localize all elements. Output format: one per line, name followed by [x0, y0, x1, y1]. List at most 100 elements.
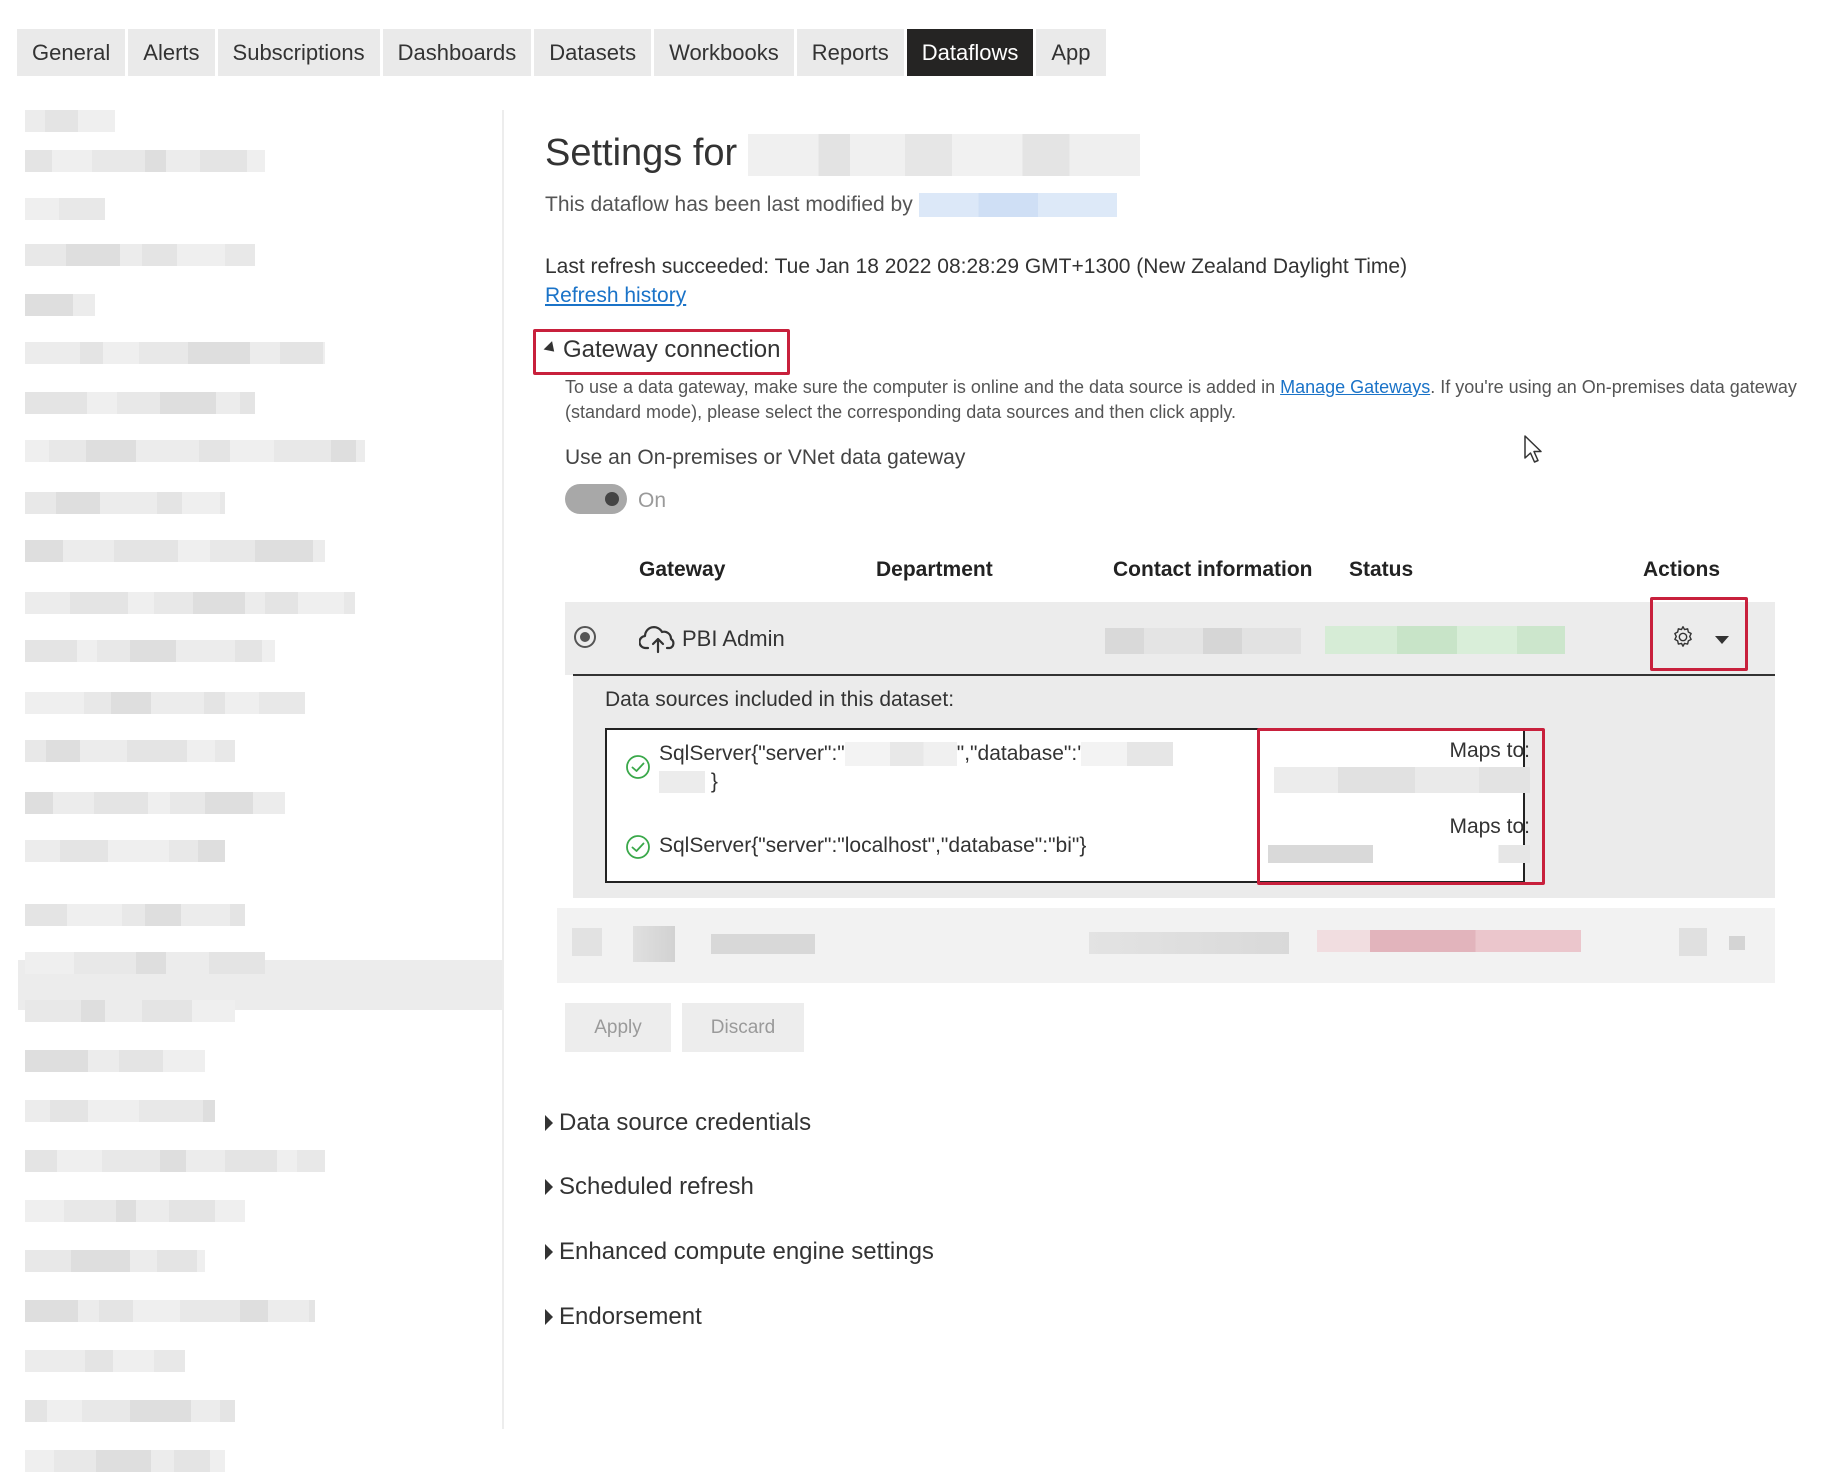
tab-alerts[interactable]: Alerts — [128, 29, 215, 76]
gateway-row-2[interactable] — [557, 908, 1775, 983]
redacted-contact-2 — [1089, 932, 1289, 954]
dataflow-list-item[interactable] — [25, 840, 225, 862]
maps-to-highlight: Maps to: Maps to: — [1257, 728, 1545, 885]
gear-icon[interactable] — [1670, 624, 1696, 650]
redacted-text-block — [100, 492, 157, 514]
dataflow-list-item[interactable] — [25, 692, 305, 714]
dataflow-list-item[interactable] — [25, 294, 95, 316]
section-data-source-credentials[interactable]: Data source credentials — [545, 1109, 811, 1137]
section-endorsement[interactable]: Endorsement — [545, 1303, 702, 1331]
redacted-text-block — [178, 540, 210, 562]
dataflow-list-item[interactable] — [25, 740, 235, 762]
redacted-text-block — [86, 440, 136, 462]
dataflow-list-item[interactable] — [25, 150, 265, 172]
redacted-text-block — [25, 1250, 71, 1272]
dataflow-list-item[interactable] — [25, 1250, 205, 1272]
dataflow-list-item[interactable] — [25, 952, 265, 974]
redacted-text-block — [166, 150, 200, 172]
redacted-text-block — [80, 342, 103, 364]
datasource-item-1-cont: } — [659, 770, 718, 794]
gateway-description: To use a data gateway, make sure the com… — [565, 375, 1805, 425]
sidebar-divider — [502, 110, 504, 1429]
redacted-text-block — [25, 904, 67, 926]
gateway-desc-text: To use a data gateway, make sure the com… — [565, 377, 1281, 397]
column-header-contact: Contact information — [1113, 558, 1313, 581]
redacted-text-block — [136, 952, 166, 974]
dataflow-list-item[interactable] — [25, 1150, 325, 1172]
redacted-text-block — [204, 692, 225, 714]
redacted-text-block — [220, 492, 225, 514]
gateway-toggle[interactable] — [565, 484, 627, 514]
datasource-item-2[interactable]: SqlServer{"server":"localhost","database… — [659, 834, 1086, 858]
dataflow-list-item[interactable] — [25, 640, 275, 662]
dataflow-list-item[interactable] — [25, 440, 365, 462]
redacted-text-block — [25, 342, 80, 364]
tab-reports[interactable]: Reports — [796, 29, 904, 76]
dataflow-list-item[interactable] — [25, 904, 245, 926]
tab-app[interactable]: App — [1036, 29, 1106, 76]
redacted-text-block — [77, 640, 97, 662]
section-scheduled-refresh[interactable]: Scheduled refresh — [545, 1173, 754, 1201]
dataflow-list-item[interactable] — [25, 244, 255, 266]
redacted-text-block — [160, 392, 216, 414]
tab-workbooks[interactable]: Workbooks — [654, 29, 794, 76]
dataflow-list-item[interactable] — [25, 198, 105, 220]
gateway-row[interactable]: PBI Admin — [565, 602, 1775, 675]
redacted-text-block — [64, 1200, 116, 1222]
redacted-text-block — [166, 952, 209, 974]
dataflow-list-item[interactable] — [25, 392, 255, 414]
dataflow-list-item[interactable] — [25, 1200, 245, 1222]
dataflow-list-item[interactable] — [25, 492, 225, 514]
redacted-text-block — [85, 1350, 113, 1372]
redacted-text-block — [25, 792, 53, 814]
redacted-text-block — [120, 244, 142, 266]
discard-button[interactable]: Discard — [682, 1003, 804, 1052]
redacted-text-block — [25, 392, 87, 414]
redacted-text-block — [25, 150, 52, 172]
gateway-radio-selected[interactable] — [574, 626, 596, 648]
page-title: Settings for — [545, 132, 1140, 176]
redacted-user-link[interactable] — [918, 193, 1117, 218]
redacted-text-block — [154, 1350, 185, 1372]
dataflow-list-item[interactable] — [25, 1050, 205, 1072]
datasource-item-1[interactable]: SqlServer{"server":" ","database":' — [659, 742, 1174, 767]
redacted-text-block — [80, 740, 127, 762]
redacted-text-block — [25, 1100, 50, 1122]
dataflow-list-item[interactable] — [25, 1100, 215, 1122]
redacted-caret — [1729, 936, 1745, 950]
dataflow-list-item[interactable] — [25, 540, 325, 562]
redacted-text-block — [102, 1150, 160, 1172]
refresh-history-link[interactable]: Refresh history — [545, 284, 686, 308]
tab-dataflows[interactable]: Dataflows — [906, 29, 1034, 76]
redacted-text-block — [60, 840, 108, 862]
datasources-box: SqlServer{"server":" ","database":' } Sql… — [605, 728, 1545, 885]
redacted-text-block — [250, 342, 280, 364]
maps-to-select-2[interactable] — [1268, 845, 1530, 863]
maps-to-label-2: Maps to: — [1449, 815, 1530, 838]
maps-to-select-1[interactable] — [1274, 767, 1530, 793]
dataflow-list-item[interactable] — [25, 1350, 185, 1372]
dataflow-list-item[interactable] — [25, 110, 115, 132]
tab-dashboards[interactable]: Dashboards — [382, 29, 532, 76]
section-enhanced-compute[interactable]: Enhanced compute engine settings — [545, 1238, 934, 1266]
dataflow-list-item[interactable] — [25, 1300, 315, 1322]
dataflow-list-item[interactable] — [25, 792, 285, 814]
apply-button[interactable]: Apply — [565, 1003, 671, 1052]
chevron-down-icon[interactable] — [1715, 636, 1729, 644]
gateway-toggle-label: Use an On-premises or VNet data gateway — [565, 446, 966, 469]
gateway-connection-header[interactable]: Gateway connection — [543, 336, 780, 364]
redacted-text-block — [331, 440, 356, 462]
redacted-text-block — [81, 1000, 105, 1022]
redacted-text-block — [298, 592, 344, 614]
tab-general[interactable]: General — [17, 29, 126, 76]
dataflow-list-item[interactable] — [25, 342, 325, 364]
manage-gateways-link[interactable]: Manage Gateways — [1280, 377, 1430, 397]
dataflow-list-item[interactable] — [25, 592, 355, 614]
tab-datasets[interactable]: Datasets — [534, 29, 652, 76]
redacted-text-block — [210, 1450, 225, 1472]
dataflow-list-item[interactable] — [25, 1000, 235, 1022]
dataflow-list-item[interactable] — [25, 1450, 225, 1472]
actions-highlight — [1650, 597, 1748, 671]
dataflow-list-item[interactable] — [25, 1400, 235, 1422]
tab-subscriptions[interactable]: Subscriptions — [217, 29, 380, 76]
